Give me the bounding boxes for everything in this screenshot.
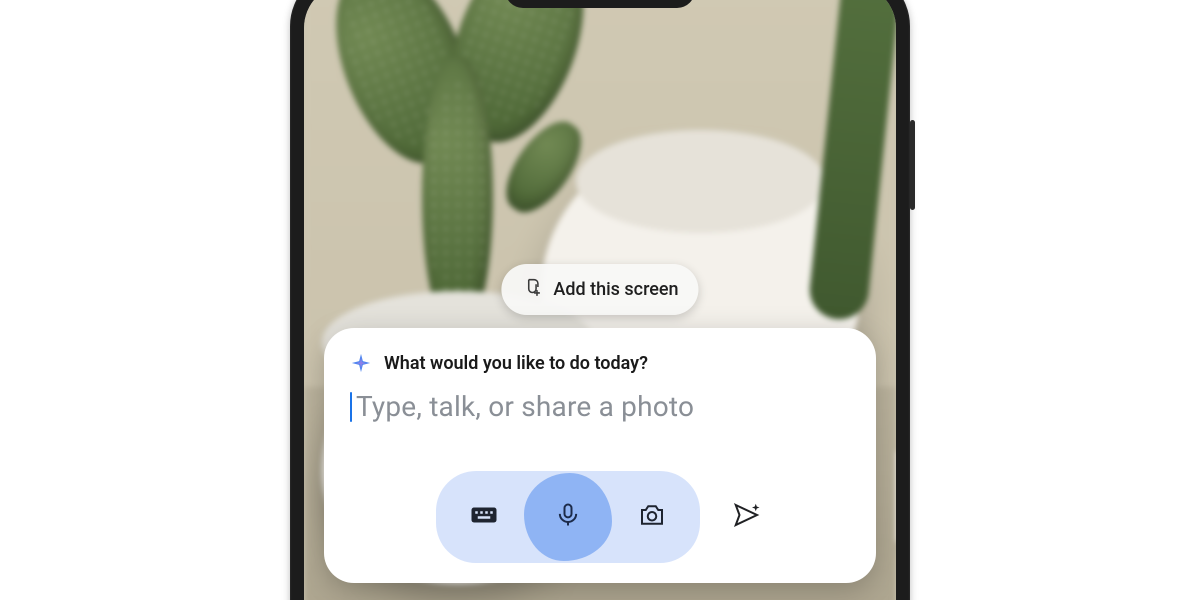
phone-frame: Add this screen What would you like to d…	[290, 0, 910, 600]
sparkle-icon	[350, 352, 372, 374]
camera-icon	[637, 500, 667, 534]
add-screen-label: Add this screen	[553, 279, 678, 300]
microphone-button[interactable]	[536, 485, 600, 549]
assistant-card: What would you like to do today? Type, t…	[324, 328, 876, 583]
send-button[interactable]	[730, 500, 764, 534]
send-sparkle-icon	[732, 500, 762, 534]
card-header: What would you like to do today?	[350, 352, 850, 374]
input-controls	[350, 471, 850, 563]
keyboard-button[interactable]	[468, 501, 500, 533]
add-screen-chip[interactable]: Add this screen	[501, 264, 698, 315]
prompt-placeholder: Type, talk, or share a photo	[356, 390, 694, 423]
attach-plus-icon	[521, 276, 543, 303]
stage: Add this screen What would you like to d…	[0, 0, 1200, 600]
camera-notch	[505, 0, 695, 8]
input-mode-pill	[436, 471, 700, 563]
prompt-title: What would you like to do today?	[384, 353, 648, 374]
prompt-input[interactable]: Type, talk, or share a photo	[350, 390, 850, 423]
camera-button[interactable]	[636, 501, 668, 533]
phone-screen: Add this screen What would you like to d…	[304, 0, 896, 600]
microphone-icon	[554, 501, 582, 533]
keyboard-icon	[469, 500, 499, 534]
text-caret	[350, 392, 352, 422]
